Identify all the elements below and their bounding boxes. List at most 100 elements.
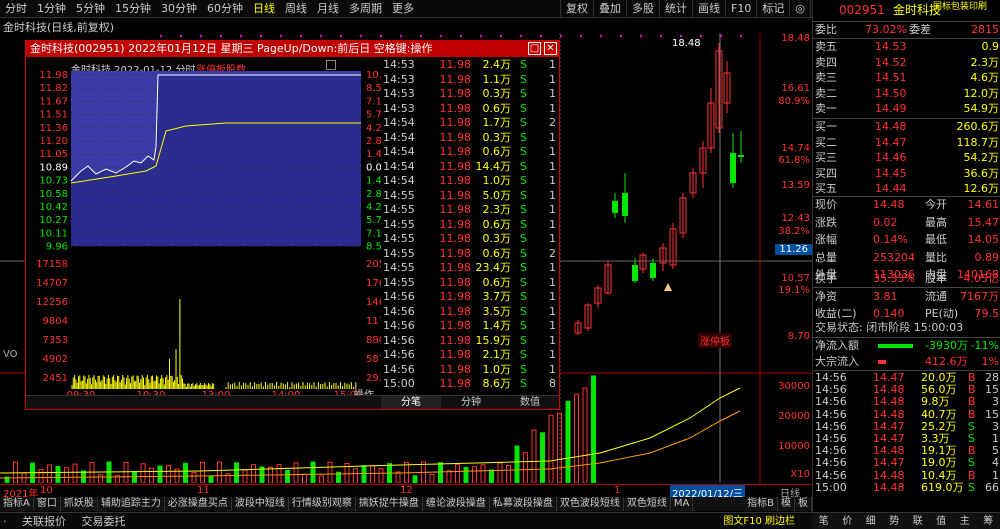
tick-row: 14:53 11.98 0.6万 S 1: [381, 102, 561, 117]
f10-link[interactable]: 图文F10 刷边栏: [723, 513, 795, 529]
period-tab[interactable]: 更多: [387, 0, 419, 18]
asks-row[interactable]: 卖三 14.51 4.6万: [813, 70, 1000, 86]
bids-row[interactable]: 买一 14.48 260.6万: [813, 119, 1000, 135]
tick-v: 0.3万: [482, 232, 512, 245]
panel-switch-button[interactable]: 主: [953, 513, 977, 529]
tool-button[interactable]: 标记: [756, 0, 789, 18]
tick-t: 14:55: [383, 261, 415, 274]
tick-price: 14.48: [873, 444, 905, 458]
asks-row[interactable]: 卖一 14.49 54.9万: [813, 101, 1000, 117]
indicator-tab-right[interactable]: 模: [778, 497, 795, 511]
panel-switch-button[interactable]: 势: [883, 513, 907, 529]
indicator-tab[interactable]: 窗口: [34, 497, 61, 511]
period-tab[interactable]: 15分钟: [110, 0, 156, 18]
intraday-popup[interactable]: 金时科技(002951) 2022年01月12日 星期三 PageUp/Down…: [25, 40, 560, 410]
tool-button[interactable]: 叠加: [593, 0, 626, 18]
maximize-icon[interactable]: □: [528, 42, 541, 55]
popup-vol-right: 293.6万: [366, 373, 381, 384]
tick-price: 14.48: [873, 468, 905, 482]
indicator-tab[interactable]: 指标A: [0, 497, 34, 511]
period-tab[interactable]: 多周期: [344, 0, 387, 18]
tick-count: 28: [985, 371, 999, 384]
period-tab[interactable]: 周线: [280, 0, 312, 18]
intraday-chart[interactable]: 11.98 10.01% 11.82 8.58% 11.67 7.15% 11.51 5.72…: [26, 71, 381, 396]
popup-pct-tick: 7.15%: [366, 228, 381, 239]
indicator-tab[interactable]: 私募波段操盘: [490, 497, 557, 511]
tab-fenbi[interactable]: 分笔: [381, 396, 441, 409]
tick-f: S: [520, 275, 527, 289]
indicator-tab[interactable]: 缠论波段操盘: [423, 497, 490, 511]
marker-dot: [540, 35, 542, 37]
tick-row: 14:56 11.98 1.0万 S 1: [381, 363, 561, 378]
panel-switch-button[interactable]: 价: [836, 513, 860, 529]
tab-shuzhi[interactable]: 数值: [501, 396, 559, 409]
tool-button[interactable]: ◎: [789, 0, 810, 18]
period-tab[interactable]: 月线: [312, 0, 344, 18]
trade-entrust-link[interactable]: 交易委托: [82, 515, 126, 528]
indicator-tab[interactable]: 擒妖捉牛操盘: [356, 497, 423, 511]
asks-row[interactable]: 卖二 14.50 12.0万: [813, 86, 1000, 102]
tick-v: 15.9万: [475, 333, 512, 347]
book-vol: 4.6万: [970, 71, 1000, 84]
tick-v: 0.6万: [482, 145, 512, 158]
period-tab[interactable]: 日线: [248, 0, 280, 18]
tick-c: 1: [549, 217, 556, 231]
panel-toggle-icon[interactable]: [326, 60, 336, 70]
indicator-tab[interactable]: 辅助追踪主力: [98, 497, 165, 511]
tick-c: 8: [549, 377, 556, 390]
bids-row[interactable]: 买五 14.44 12.6万: [813, 181, 1000, 197]
asks-row[interactable]: 卖五 14.53 0.9: [813, 39, 1000, 55]
tick-row: 14:56 14.47 19.0万 S 4: [813, 457, 1000, 469]
period-tab[interactable]: 30分钟: [156, 0, 202, 18]
book-vol: 2.3万: [970, 55, 1000, 69]
popup-price-tick: 9.96: [46, 242, 68, 253]
period-tab[interactable]: 1分钟: [32, 0, 71, 18]
tool-button[interactable]: 画线: [692, 0, 725, 18]
panel-switch-button[interactable]: 值: [930, 513, 954, 529]
panel-switch-button[interactable]: 笔: [812, 513, 836, 529]
bids-row[interactable]: 买四 14.45 36.6万: [813, 166, 1000, 182]
popup-titlebar[interactable]: 金时科技(002951) 2022年01月12日 星期三 PageUp/Down…: [26, 41, 559, 57]
tick-f: S: [520, 348, 527, 361]
tick-c: 1: [549, 72, 556, 86]
indicator-tab[interactable]: 双色短线: [624, 497, 671, 511]
popup-tick-list[interactable]: 14:53 11.98 2.4万 S 1 14:53 11.98 1.1万 S 1 14:53 11.…: [381, 58, 561, 392]
tick-c: 1: [549, 304, 556, 318]
tick-p: 11.98: [439, 275, 472, 289]
tick-p: 11.98: [439, 101, 472, 115]
tool-button[interactable]: 复权: [560, 0, 593, 18]
bids-row[interactable]: 买二 14.47 118.7万: [813, 135, 1000, 151]
panel-switch-button[interactable]: 细: [859, 513, 883, 529]
stat-label: 今开: [925, 198, 947, 211]
bigflow-row: 大宗流入 412.6万 1%: [813, 354, 1000, 370]
indicator-tab[interactable]: MA: [671, 497, 694, 511]
indicator-tab[interactable]: 波段中短线: [232, 497, 289, 511]
date-label: 10: [40, 485, 53, 496]
panel-switch-button[interactable]: 联: [906, 513, 930, 529]
period-tab[interactable]: 5分钟: [71, 0, 110, 18]
tick-c: 1: [549, 174, 556, 187]
bids-row[interactable]: 买三 14.46 54.2万: [813, 150, 1000, 166]
indicator-tab[interactable]: 双色波段短线: [557, 497, 624, 511]
indicator-tab[interactable]: 必涨操盘买点: [165, 497, 232, 511]
related-quote-link[interactable]: 关联报价: [22, 515, 66, 528]
asks-row[interactable]: 卖四 14.52 2.3万: [813, 55, 1000, 71]
period-tab[interactable]: 60分钟: [202, 0, 248, 18]
status-bar: · 关联报价 交易委托 图文F10 刷边栏: [0, 512, 812, 529]
indicator-tab-right[interactable]: 板: [795, 497, 812, 511]
indicator-tab-right[interactable]: 指标B: [744, 497, 778, 511]
tick-row: 14:56 14.48 9.8万 B 3: [813, 396, 1000, 408]
tick-f: S: [520, 246, 527, 260]
close-icon[interactable]: ✕: [544, 42, 557, 55]
industry-tag[interactable]: 同标包装印刷: [933, 0, 987, 15]
tab-fenzhong[interactable]: 分钟: [441, 396, 501, 409]
tool-button[interactable]: 统计: [659, 0, 692, 18]
tick-v: 5.0万: [482, 188, 512, 202]
marker-dot: [460, 35, 462, 37]
indicator-tab[interactable]: 行情级别观察: [289, 497, 356, 511]
panel-switch-button[interactable]: 筹: [977, 513, 1000, 529]
period-tab[interactable]: 分时: [0, 0, 32, 18]
tool-button[interactable]: F10: [725, 0, 756, 18]
indicator-tab[interactable]: 抓妖股: [61, 497, 98, 511]
tool-button[interactable]: 多股: [626, 0, 659, 18]
